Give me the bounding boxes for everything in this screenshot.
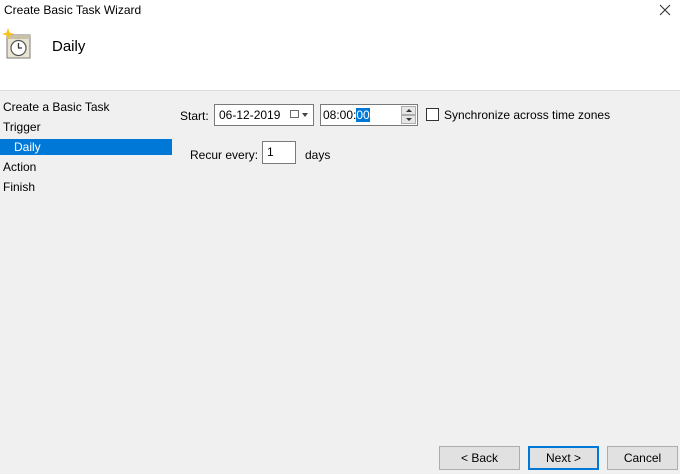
cancel-button[interactable]: Cancel [607, 446, 678, 470]
step-trigger[interactable]: Trigger [0, 117, 172, 137]
start-date-value: 06-12-2019 [219, 108, 281, 122]
close-button[interactable] [650, 0, 680, 20]
task-clock-icon [2, 28, 31, 59]
wizard-steps: Create a Basic Task Trigger Daily Action… [0, 97, 172, 197]
close-icon [659, 4, 671, 16]
page-title: Daily [52, 38, 86, 55]
step-finish[interactable]: Finish [0, 177, 172, 197]
arrow-up-icon [405, 109, 412, 112]
time-selected-seconds: 00 [356, 108, 370, 122]
step-create-basic-task[interactable]: Create a Basic Task [0, 97, 172, 117]
start-label: Start: [180, 109, 209, 123]
wizard-header: Daily [0, 20, 680, 91]
time-spinner [401, 106, 416, 124]
recur-days-input[interactable]: 1 [262, 141, 296, 164]
step-daily[interactable]: Daily [0, 139, 172, 155]
title-bar: Create Basic Task Wizard [0, 0, 680, 20]
back-button[interactable]: < Back [439, 446, 520, 470]
start-date-picker[interactable]: 06-12-2019 [214, 104, 314, 126]
arrow-down-icon [405, 118, 412, 121]
calendar-icon [290, 110, 299, 118]
recur-days-value: 1 [267, 145, 274, 159]
chevron-down-icon [302, 113, 308, 117]
recur-label: Recur every: [190, 148, 259, 162]
window-title: Create Basic Task Wizard [4, 3, 142, 17]
time-down-button[interactable] [401, 115, 416, 124]
sync-timezones-checkbox[interactable] [426, 108, 439, 121]
start-time-input[interactable]: 08:00:00 [320, 104, 418, 126]
sync-timezones-label: Synchronize across time zones [444, 108, 611, 122]
recur-unit-label: days [305, 148, 331, 162]
time-up-button[interactable] [401, 106, 416, 115]
next-button[interactable]: Next > [528, 446, 599, 470]
step-action[interactable]: Action [0, 157, 172, 177]
time-value: 08:00: [323, 108, 357, 122]
